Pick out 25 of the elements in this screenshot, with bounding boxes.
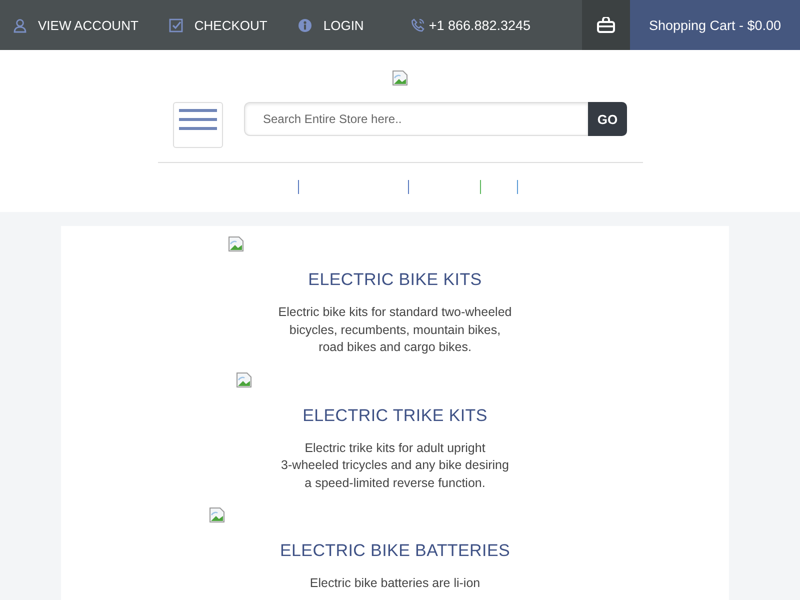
broken-image-icon bbox=[209, 507, 225, 523]
category-description: Electric bike kits for standard two-wheeled bicycles, recumbents, mountain bikes, road bikes and cargo bikes. bbox=[278, 304, 512, 356]
broken-image-icon bbox=[236, 372, 252, 388]
top-link[interactable]: CHECKOUT bbox=[169, 18, 268, 32]
broken-image-icon bbox=[392, 70, 408, 86]
shopping-bag-icon bbox=[597, 17, 615, 33]
category-title-link[interactable]: ELECTRIC BIKE KITS bbox=[308, 270, 482, 290]
cart-icon-button[interactable] bbox=[582, 0, 630, 50]
top-link[interactable]: VIEW ACCOUNT bbox=[13, 18, 138, 32]
broken-image-icon bbox=[228, 236, 244, 252]
category-title-link[interactable]: ELECTRIC BIKE BATTERIES bbox=[280, 541, 510, 561]
person-icon bbox=[13, 18, 27, 32]
menu-button[interactable] bbox=[173, 102, 223, 148]
phone-icon bbox=[410, 18, 425, 32]
phone-link[interactable]: +1 866.882.3245 bbox=[410, 18, 531, 32]
shopping-cart-link[interactable]: Shopping Cart - $0.00 bbox=[630, 0, 800, 50]
category-description: Electric trike kits for adult upright 3-wheeled tricycles and any bike desiring a speed-limited reverse function. bbox=[281, 440, 509, 492]
info-icon bbox=[298, 18, 312, 32]
checkbox-icon bbox=[169, 18, 184, 32]
category-description: Electric bike batteries are li-ion bbox=[310, 575, 480, 592]
search-field[interactable]: Search Entire Store here.. bbox=[244, 102, 588, 136]
category-title-link[interactable]: ELECTRIC TRIKE KITS bbox=[302, 406, 488, 426]
top-link[interactable]: LOGIN bbox=[298, 18, 364, 32]
menu-icon bbox=[179, 109, 217, 131]
go-button[interactable]: GO bbox=[588, 102, 627, 136]
